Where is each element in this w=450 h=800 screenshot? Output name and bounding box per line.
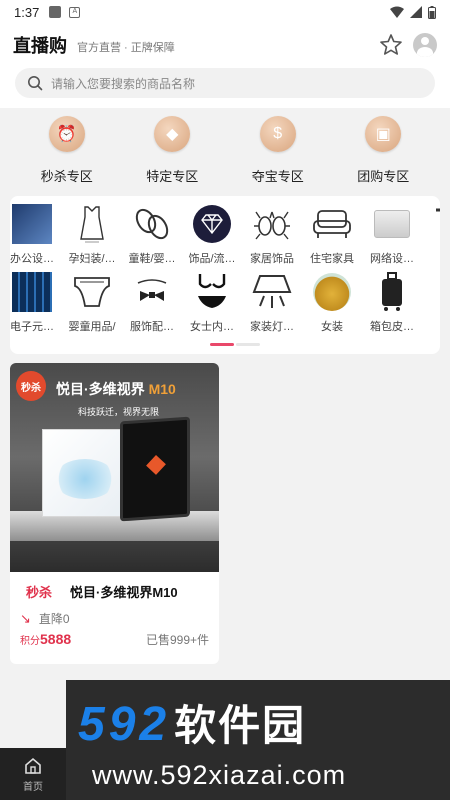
carousel-indicator xyxy=(210,343,260,346)
product-box-art xyxy=(54,459,116,499)
price-drop: 直降0 xyxy=(38,612,70,626)
user-avatar-icon[interactable] xyxy=(413,33,437,57)
category-carousel: 办公设… 孕妇装/… 童鞋/婴… 饰品/流… 家居饰品 住宅家具 网络设… 网 xyxy=(10,196,440,354)
server-photo-icon xyxy=(12,272,52,312)
category-network[interactable]: 网络设… xyxy=(362,204,422,266)
product-name: 悦目·多维视界M10 xyxy=(70,585,178,600)
search-input[interactable]: 请输入您要搜索的商品名称 xyxy=(15,68,435,98)
category-maternity[interactable]: 孕妇装/… xyxy=(62,204,122,266)
price-label: 积分 xyxy=(20,636,40,647)
category-baby[interactable]: 婴童用品/ xyxy=(62,272,122,334)
signal-icon xyxy=(410,6,422,18)
product-image-title: 悦目·多维视界 M10 xyxy=(56,381,176,397)
zone-seckill[interactable]: ⏰ 秒杀专区 xyxy=(22,116,112,190)
zone-groupbuy[interactable]: ▣ 团购专区 xyxy=(338,116,428,190)
network-device-icon xyxy=(372,204,412,244)
category-luggage[interactable]: 箱包皮… xyxy=(362,272,422,334)
category-electronics[interactable]: 电子元… xyxy=(10,272,62,334)
product-tablet xyxy=(120,416,190,522)
zone-label: 秒杀专区 xyxy=(40,169,93,184)
price-value: 5888 xyxy=(40,631,72,647)
bikini-icon xyxy=(192,272,232,312)
app-header: 直播购 官方直营 · 正牌保障 xyxy=(0,24,450,66)
product-name-row: 秒杀 悦目·多维视界M10 xyxy=(20,582,209,601)
category-row: 电子元… 婴童用品/ 服饰配… 女士内… 家装灯… 女装 箱包皮… 男 xyxy=(10,272,440,334)
indicator-inactive xyxy=(236,343,260,346)
indicator-active xyxy=(210,343,234,346)
wifi-icon xyxy=(390,6,404,18)
tab-home-label: 首页 xyxy=(23,781,43,793)
seckill-tag: 秒杀 xyxy=(26,585,53,600)
bowtie-icon xyxy=(132,272,172,312)
trend-down-icon: ↘ xyxy=(20,610,31,626)
category-mens[interactable]: 男 xyxy=(422,272,440,334)
category-lighting[interactable]: 家装灯… xyxy=(242,272,302,334)
zone-label: 夺宝专区 xyxy=(251,169,304,184)
badge-star-icon[interactable] xyxy=(379,33,403,57)
category-office[interactable]: 办公设… xyxy=(10,204,62,266)
category-furniture[interactable]: 住宅家具 xyxy=(302,204,362,266)
zone-label: 团购专区 xyxy=(357,169,410,184)
app-notification-icon: A xyxy=(69,6,81,18)
page-subtitle: 官方直营 · 正牌保障 xyxy=(77,41,175,54)
category-accessories[interactable]: 服饰配… xyxy=(122,272,182,334)
bugs-icon xyxy=(252,204,292,244)
office-photo-icon xyxy=(12,204,52,244)
alarm-clock-icon: ⏰ xyxy=(48,116,85,152)
product-card[interactable]: 秒杀 悦目·多维视界 M10 科技跃迁，视界无限 秒杀 悦目·多维视界M10 ↘… xyxy=(10,363,219,664)
coat-photo-icon xyxy=(312,272,352,312)
category-lingerie[interactable]: 女士内… xyxy=(182,272,242,334)
zone-special[interactable]: ◆ 特定专区 xyxy=(127,116,217,190)
baby-shoes-icon xyxy=(132,204,172,244)
search-placeholder: 请输入您要搜索的商品名称 xyxy=(51,76,196,91)
product-image: 秒杀 悦目·多维视界 M10 科技跃迁，视界无限 xyxy=(10,363,219,572)
price-row: 积分 5888 已售999+件 xyxy=(20,631,209,648)
sofa-icon xyxy=(312,204,352,244)
search-container: 请输入您要搜索的商品名称 xyxy=(0,66,450,108)
zone-nav: ⏰ 秒杀专区 ◆ 特定专区 $ 夺宝专区 ▣ 团购专区 xyxy=(0,108,450,190)
category-store[interactable]: 网店 xyxy=(422,204,440,266)
page-title: 直播购 xyxy=(13,36,67,56)
status-bar: 1:37 A xyxy=(0,0,450,24)
diamond-icon: ◆ xyxy=(154,116,191,152)
home-icon xyxy=(25,757,41,774)
zone-label: 特定专区 xyxy=(146,169,199,184)
watermark-logo: 592软件园 xyxy=(78,698,307,751)
watermark-banner: 592软件园 www.592xiazai.com xyxy=(66,680,450,800)
cart-icon xyxy=(432,204,440,244)
category-row: 办公设… 孕妇装/… 童鞋/婴… 饰品/流… 家居饰品 住宅家具 网络设… 网 xyxy=(10,204,440,266)
suitcase-icon xyxy=(372,272,412,312)
battery-icon xyxy=(428,5,436,19)
shopping-bag-icon: ▣ xyxy=(365,116,402,152)
price-drop-row: ↘ 直降0 xyxy=(20,610,209,627)
category-jewelry[interactable]: 饰品/流… xyxy=(182,204,242,266)
pants-icon xyxy=(432,272,440,312)
category-home-decor[interactable]: 家居饰品 xyxy=(242,204,302,266)
category-womens-clothing[interactable]: 女装 xyxy=(302,272,362,334)
dress-icon xyxy=(72,204,112,244)
zone-treasure[interactable]: $ 夺宝专区 xyxy=(233,116,323,190)
notification-icon xyxy=(49,6,62,18)
tab-home[interactable]: 首页 xyxy=(0,748,66,800)
product-info: 秒杀 悦目·多维视界M10 ↘ 直降0 积分 5888 已售999+件 xyxy=(10,572,219,648)
product-image-slogan: 科技跃迁，视界无限 xyxy=(78,407,160,417)
lamp-icon xyxy=(252,272,292,312)
watermark-url: www.592xiazai.com xyxy=(92,760,347,790)
search-icon xyxy=(28,76,43,91)
category-kids-shoes[interactable]: 童鞋/婴… xyxy=(122,204,182,266)
money-bag-icon: $ xyxy=(259,116,296,152)
seckill-badge: 秒杀 xyxy=(16,371,46,401)
status-time: 1:37 xyxy=(14,4,40,20)
diaper-icon xyxy=(72,272,112,312)
sold-count: 已售999+件 xyxy=(145,633,209,647)
diamond-circle-icon xyxy=(192,204,232,244)
